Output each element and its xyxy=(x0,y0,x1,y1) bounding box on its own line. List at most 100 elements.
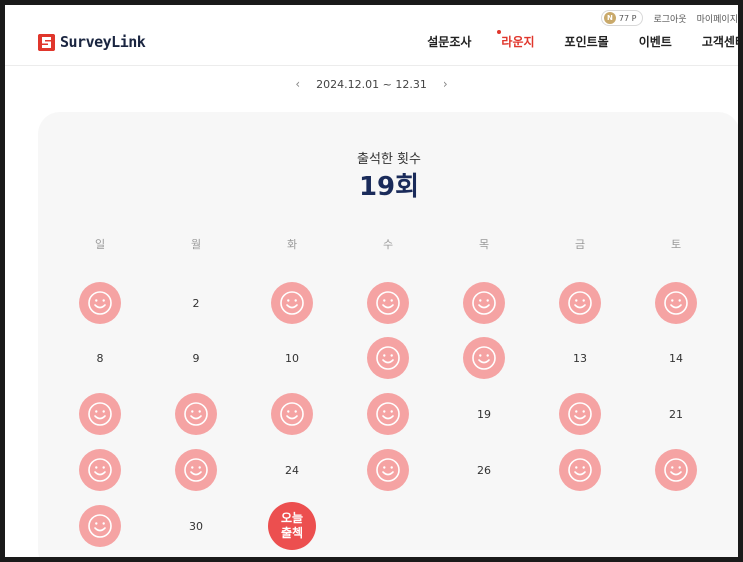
app-window: N 77 P 로그아웃 마이페이지 SurveyLink 설문조사 라운지 포인트몰… xyxy=(5,5,738,557)
today-checkin-label: 출첵 xyxy=(280,526,304,540)
smiley-icon xyxy=(463,282,505,324)
day-number: 10 xyxy=(285,351,299,365)
calendar-day: 21 xyxy=(628,386,724,442)
smiley-icon xyxy=(271,393,313,435)
calendar-day xyxy=(532,275,628,331)
nav-item-4[interactable]: 고객센터 xyxy=(702,33,738,50)
day-number: 2 xyxy=(192,296,200,310)
brand-name: SurveyLink xyxy=(60,33,146,51)
attendance-panel: 출석한 횟수 19회 일 월 화 수 목 금 토 2 8 9 10 13 14 19 21 24 26 30 오늘 출… xyxy=(38,112,738,557)
calendar-day xyxy=(340,275,436,331)
calendar-day xyxy=(148,386,244,442)
smiley-icon xyxy=(559,393,601,435)
nav-item-label: 라운지 xyxy=(501,35,535,49)
nav-item-label: 포인트몰 xyxy=(564,35,609,49)
nav-item-2[interactable]: 포인트몰 xyxy=(565,33,609,50)
calendar-day xyxy=(436,275,532,331)
new-dot-icon xyxy=(497,30,502,34)
smiley-icon xyxy=(175,393,217,435)
smiley-icon xyxy=(655,282,697,324)
smiley-icon xyxy=(79,282,121,324)
weekday-header: 수 xyxy=(382,238,394,251)
nav-item-label: 설문조사 xyxy=(427,35,472,49)
smiley-icon xyxy=(367,282,409,324)
calendar-day: 10 xyxy=(244,330,340,386)
nav-item-label: 고객센터 xyxy=(701,35,738,49)
calendar-day: 2 xyxy=(148,275,244,331)
calendar-day: 24 xyxy=(244,442,340,498)
calendar-day: 9 xyxy=(148,330,244,386)
chevron-left-icon[interactable]: ‹ xyxy=(295,77,300,91)
day-number: 24 xyxy=(285,463,299,477)
points-value: 77 P xyxy=(618,13,637,23)
points-coin-icon: N xyxy=(603,12,616,24)
today-checkin-button[interactable]: 오늘 출첵 xyxy=(268,502,316,550)
nav-item-0[interactable]: 설문조사 xyxy=(427,33,471,50)
day-number: 30 xyxy=(189,519,203,533)
attendance-label: 출석한 횟수 xyxy=(357,152,421,167)
smiley-icon xyxy=(367,449,409,491)
logout-link[interactable]: 로그아웃 xyxy=(653,12,686,25)
smiley-icon xyxy=(79,449,121,491)
smiley-icon xyxy=(79,393,121,435)
calendar-day xyxy=(340,386,436,442)
calendar-day: 오늘 출첵 xyxy=(244,498,340,554)
day-number: 14 xyxy=(669,351,683,365)
calendar-day xyxy=(532,442,628,498)
day-number: 26 xyxy=(477,463,491,477)
points-badge[interactable]: N 77 P xyxy=(600,10,644,26)
calendar-day: 13 xyxy=(532,330,628,386)
nav-item-3[interactable]: 이벤트 xyxy=(639,33,672,50)
day-number: 8 xyxy=(96,351,104,365)
smiley-icon xyxy=(367,393,409,435)
attendance-count: 19회 xyxy=(358,172,420,202)
calendar-day: 19 xyxy=(436,386,532,442)
mypage-link[interactable]: 마이페이지 xyxy=(697,12,738,25)
smiley-icon xyxy=(79,505,121,547)
logo[interactable]: SurveyLink xyxy=(38,33,146,51)
nav-item-label: 이벤트 xyxy=(638,35,672,49)
day-number: 9 xyxy=(192,351,200,365)
calendar-day xyxy=(340,330,436,386)
chevron-right-icon[interactable]: › xyxy=(443,77,448,91)
nav-item-1[interactable]: 라운지 xyxy=(497,30,535,50)
calendar-day xyxy=(628,442,724,498)
main-nav: 설문조사 라운지 포인트몰 이벤트 고객센터 xyxy=(427,30,738,50)
calendar-day: 30 xyxy=(148,498,244,554)
calendar-day xyxy=(244,275,340,331)
top-utility-bar: N 77 P 로그아웃 마이페이지 xyxy=(600,9,738,27)
weekday-header: 목 xyxy=(478,238,490,251)
calendar-day xyxy=(52,275,148,331)
weekday-header: 월 xyxy=(190,238,202,251)
weekday-header: 일 xyxy=(94,238,106,251)
period-selector: ‹ 2024.12.01 ~ 12.31 › xyxy=(5,77,738,91)
weekday-header: 금 xyxy=(574,238,586,251)
smiley-icon xyxy=(463,337,505,379)
weekday-header: 토 xyxy=(670,238,682,251)
calendar-day xyxy=(148,442,244,498)
calendar-day xyxy=(52,498,148,554)
period-range: 2024.12.01 ~ 12.31 xyxy=(316,77,427,91)
today-checkin-label: 오늘 xyxy=(280,511,304,525)
calendar-day xyxy=(340,442,436,498)
day-number: 21 xyxy=(669,407,683,421)
calendar-day xyxy=(532,386,628,442)
calendar-day xyxy=(244,386,340,442)
smiley-icon xyxy=(367,337,409,379)
day-number: 13 xyxy=(573,351,587,365)
smiley-icon xyxy=(175,449,217,491)
weekday-header: 화 xyxy=(286,238,298,251)
calendar-day xyxy=(628,275,724,331)
smiley-icon xyxy=(655,449,697,491)
calendar-day: 8 xyxy=(52,330,148,386)
calendar-day: 26 xyxy=(436,442,532,498)
site-header: SurveyLink 설문조사 라운지 포인트몰 이벤트 고객센터 xyxy=(5,27,738,66)
calendar-day: 14 xyxy=(628,330,724,386)
smiley-icon xyxy=(559,282,601,324)
calendar-day xyxy=(52,442,148,498)
day-number: 19 xyxy=(477,407,491,421)
smiley-icon xyxy=(271,282,313,324)
calendar-day xyxy=(436,330,532,386)
logo-icon xyxy=(38,33,55,51)
calendar-day xyxy=(52,386,148,442)
